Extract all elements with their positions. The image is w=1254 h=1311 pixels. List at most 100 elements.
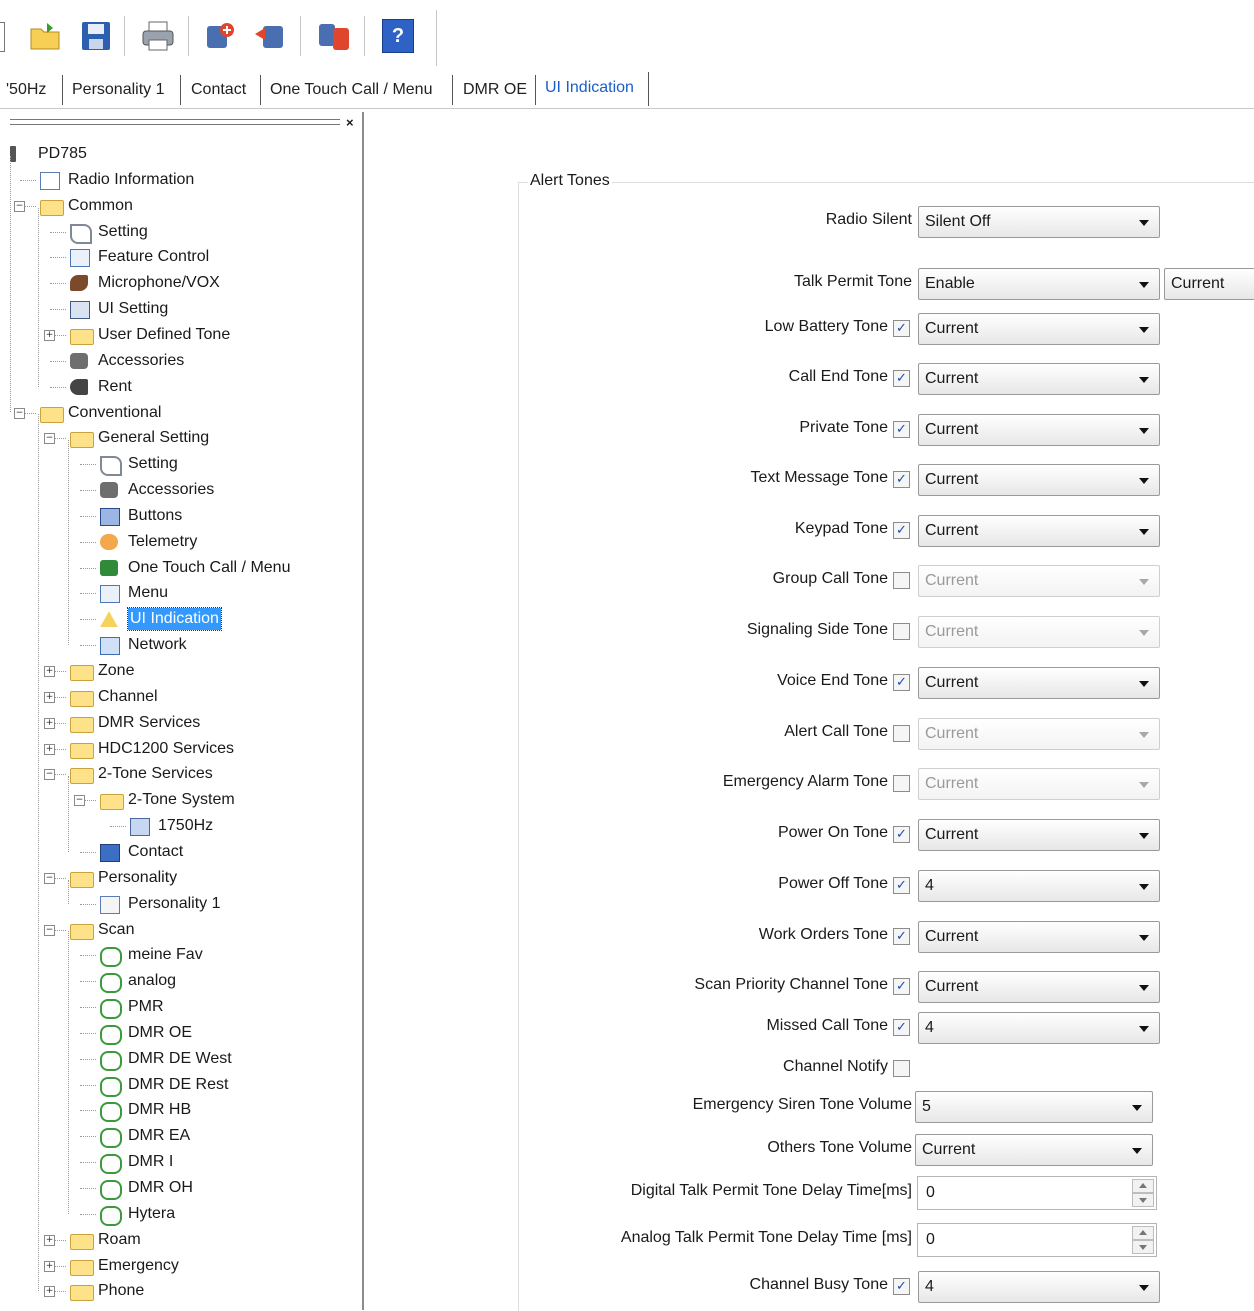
tree-item[interactable]: Microphone/VOX bbox=[10, 271, 360, 295]
tab-contact[interactable]: Contact bbox=[185, 75, 252, 105]
tree-item[interactable]: PD785 bbox=[10, 142, 360, 166]
collapse-icon[interactable]: − bbox=[74, 795, 85, 807]
tree-item[interactable]: DMR I bbox=[10, 1150, 360, 1175]
scan-priority-channel-tone-dropdown[interactable]: Current bbox=[918, 971, 1160, 1003]
tree-item[interactable]: UI Setting bbox=[10, 297, 360, 321]
tree-item[interactable]: DMR HB bbox=[10, 1098, 360, 1123]
spin-up-icon[interactable] bbox=[1132, 1226, 1154, 1240]
alert-call-tone-checkbox[interactable] bbox=[893, 725, 910, 742]
close-icon[interactable]: × bbox=[346, 115, 354, 130]
tree-folder[interactable]: − 2-Tone System bbox=[10, 788, 360, 812]
power-off-tone-dropdown[interactable]: 4 bbox=[918, 870, 1160, 902]
digital-talk-permit-tone-delay-time-spinner[interactable]: 0 bbox=[917, 1176, 1157, 1210]
private-tone-dropdown[interactable]: Current bbox=[918, 414, 1160, 446]
tree-item[interactable]: Contact bbox=[10, 840, 360, 864]
keypad-tone-dropdown[interactable]: Current bbox=[918, 515, 1160, 547]
private-tone-checkbox[interactable]: ✓ bbox=[893, 421, 910, 438]
text-message-tone-dropdown[interactable]: Current bbox=[918, 464, 1160, 496]
call-end-tone-checkbox[interactable]: ✓ bbox=[893, 370, 910, 387]
tree-item[interactable]: Network bbox=[10, 633, 360, 657]
missed-call-tone-checkbox[interactable]: ✓ bbox=[893, 1019, 910, 1036]
tab-dmr-oe[interactable]: DMR OE bbox=[457, 75, 533, 105]
tree-item[interactable]: Accessories bbox=[10, 478, 360, 502]
channel-busy-tone-dropdown[interactable]: 4 bbox=[918, 1271, 1160, 1303]
tree-item[interactable]: DMR OE bbox=[10, 1021, 360, 1045]
talk-permit-tone-level-dropdown[interactable]: Current bbox=[1164, 268, 1254, 300]
text-message-tone-checkbox[interactable]: ✓ bbox=[893, 471, 910, 488]
tree-item[interactable]: Feature Control bbox=[10, 245, 360, 269]
analog-talk-permit-tone-delay-time-spinner[interactable]: 0 bbox=[917, 1223, 1157, 1257]
tree-item[interactable]: 1750Hz bbox=[10, 814, 360, 838]
tree-item[interactable]: Setting bbox=[10, 220, 360, 244]
expand-icon[interactable]: + bbox=[44, 1286, 55, 1298]
emergency-alarm-tone-checkbox[interactable] bbox=[893, 775, 910, 792]
collapse-icon[interactable]: − bbox=[14, 407, 25, 419]
tree-item[interactable]: Rent bbox=[10, 375, 360, 399]
others-tone-volume-dropdown[interactable]: Current bbox=[915, 1134, 1153, 1166]
missed-call-tone-dropdown[interactable]: 4 bbox=[918, 1012, 1160, 1044]
voice-end-tone-checkbox[interactable]: ✓ bbox=[893, 674, 910, 691]
keypad-tone-checkbox[interactable]: ✓ bbox=[893, 522, 910, 539]
expand-icon[interactable]: + bbox=[44, 666, 55, 677]
clone-icon[interactable] bbox=[316, 18, 352, 54]
signaling-side-tone-checkbox[interactable] bbox=[893, 623, 910, 640]
tree-item[interactable]: Hytera bbox=[10, 1202, 360, 1226]
help-icon[interactable]: ? bbox=[380, 18, 416, 54]
tree-item[interactable]: Personality 1 bbox=[10, 892, 360, 916]
emergency-alarm-tone-dropdown[interactable]: Current bbox=[918, 768, 1160, 800]
read-radio-icon[interactable] bbox=[202, 18, 238, 54]
radio-silent-dropdown[interactable]: Silent Off bbox=[918, 206, 1160, 238]
tree-item[interactable]: One Touch Call / Menu bbox=[10, 556, 360, 580]
save-disk-icon[interactable] bbox=[78, 18, 114, 54]
collapse-icon[interactable]: − bbox=[44, 924, 55, 936]
tree-folder[interactable]: − 2-Tone Services bbox=[10, 762, 360, 786]
spin-down-icon[interactable] bbox=[1132, 1240, 1154, 1254]
expand-icon[interactable]: + bbox=[44, 717, 55, 729]
low-battery-tone-checkbox[interactable]: ✓ bbox=[893, 320, 910, 337]
signaling-side-tone-dropdown[interactable]: Current bbox=[918, 616, 1160, 648]
tree-folder[interactable]: + User Defined Tone bbox=[10, 323, 360, 347]
work-orders-tone-checkbox[interactable]: ✓ bbox=[893, 928, 910, 945]
tree-item[interactable]: UI Indication bbox=[10, 607, 360, 632]
tree-folder[interactable]: + Channel bbox=[10, 685, 360, 709]
tree-folder[interactable]: + Phone bbox=[10, 1279, 360, 1303]
tree-item[interactable]: meine Fav bbox=[10, 943, 360, 968]
tab-750hz[interactable]: '50Hz bbox=[4, 75, 52, 105]
tree-folder[interactable]: − Common bbox=[10, 194, 360, 218]
low-battery-tone-dropdown[interactable]: Current bbox=[918, 313, 1160, 345]
tree-folder[interactable]: − Scan bbox=[10, 918, 360, 942]
channel-busy-tone-checkbox[interactable]: ✓ bbox=[893, 1278, 910, 1295]
voice-end-tone-dropdown[interactable]: Current bbox=[918, 667, 1160, 699]
power-off-tone-checkbox[interactable]: ✓ bbox=[893, 877, 910, 894]
tree-item[interactable]: Setting bbox=[10, 452, 360, 477]
tree-item[interactable]: Menu bbox=[10, 581, 360, 605]
group-call-tone-dropdown[interactable]: Current bbox=[918, 565, 1160, 597]
tree-item[interactable]: DMR DE West bbox=[10, 1047, 360, 1071]
tree-item[interactable]: Radio Information bbox=[10, 168, 360, 192]
tree-folder[interactable]: + HDC1200 Services bbox=[10, 737, 360, 761]
tree-item[interactable]: PMR bbox=[10, 995, 360, 1020]
channel-notify-checkbox[interactable] bbox=[893, 1060, 910, 1077]
tree-item[interactable]: analog bbox=[10, 969, 360, 994]
tree-folder[interactable]: + DMR Services bbox=[10, 711, 360, 735]
talk-permit-tone-dropdown[interactable]: Enable bbox=[918, 268, 1160, 300]
tree-folder[interactable]: + Zone bbox=[10, 659, 360, 683]
tree-item[interactable]: DMR EA bbox=[10, 1124, 360, 1149]
tree-folder[interactable]: − Conventional bbox=[10, 401, 360, 425]
tab-ui-indication[interactable]: UI Indication bbox=[539, 73, 640, 103]
spin-down-icon[interactable] bbox=[1132, 1193, 1154, 1207]
tab-one-touch-call-menu[interactable]: One Touch Call / Menu bbox=[264, 75, 438, 105]
collapse-icon[interactable]: − bbox=[44, 433, 55, 445]
tree-item[interactable]: Accessories bbox=[10, 349, 360, 373]
expand-icon[interactable]: + bbox=[44, 1260, 55, 1272]
expand-icon[interactable]: + bbox=[44, 329, 55, 341]
collapse-icon[interactable]: − bbox=[44, 872, 55, 884]
tree-folder[interactable]: + Emergency bbox=[10, 1254, 360, 1278]
power-on-tone-dropdown[interactable]: Current bbox=[918, 819, 1160, 851]
tab-personality-1[interactable]: Personality 1 bbox=[66, 75, 171, 105]
print-icon[interactable] bbox=[140, 18, 176, 54]
expand-icon[interactable]: + bbox=[44, 1234, 55, 1246]
tree-folder[interactable]: + Roam bbox=[10, 1228, 360, 1252]
emergency-siren-tone-volume-dropdown[interactable]: 5 bbox=[915, 1091, 1153, 1123]
tree-item[interactable]: Telemetry bbox=[10, 530, 360, 554]
